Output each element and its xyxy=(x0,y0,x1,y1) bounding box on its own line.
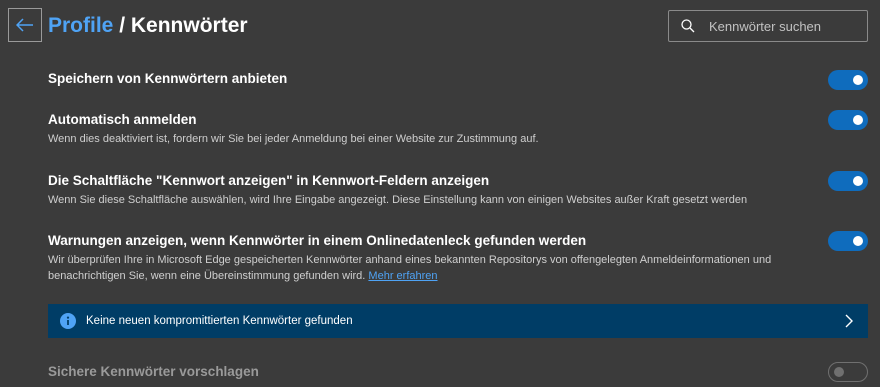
setting-suggest-strong-passwords: Sichere Kennwörter vorschlagen xyxy=(48,362,868,382)
setting-title: Automatisch anmelden xyxy=(48,112,197,127)
setting-description: Wenn dies deaktiviert ist, fordern wir S… xyxy=(48,133,539,145)
setting-leak-warnings: Warnungen anzeigen, wenn Kennwörter in e… xyxy=(48,231,868,284)
setting-title: Speichern von Kennwörtern anbieten xyxy=(48,71,288,86)
back-button[interactable] xyxy=(8,8,42,42)
setting-description: Wenn Sie diese Schaltfläche auswählen, w… xyxy=(48,194,748,206)
toggle-offer-save-passwords[interactable] xyxy=(828,70,868,90)
back-arrow-icon xyxy=(16,18,33,32)
search-input[interactable] xyxy=(707,17,861,35)
breadcrumb-profile[interactable]: Profile xyxy=(48,14,113,37)
setting-title: Warnungen anzeigen, wenn Kennwörter in e… xyxy=(48,233,587,248)
setting-title: Die Schaltfläche "Kennwort anzeigen" in … xyxy=(48,173,490,188)
chevron-right-icon xyxy=(845,314,853,328)
setting-title: Sichere Kennwörter vorschlagen xyxy=(48,364,259,379)
search-icon xyxy=(681,19,695,33)
banner-text: Keine neuen kompromittierten Kennwörter … xyxy=(86,315,353,327)
compromised-passwords-banner[interactable]: Keine neuen kompromittierten Kennwörter … xyxy=(48,304,868,338)
breadcrumb-separator: / xyxy=(113,14,131,37)
setting-description: Wir überprüfen Ihre in Microsoft Edge ge… xyxy=(48,252,828,284)
page-title-text: Kennwörter xyxy=(130,14,248,37)
page-title: Profile / Kennwörter xyxy=(48,14,248,38)
setting-auto-signin: Automatisch anmelden Wenn dies deaktivie… xyxy=(48,110,868,147)
toggle-auto-signin[interactable] xyxy=(828,110,868,130)
setting-offer-save-passwords: Speichern von Kennwörtern anbieten xyxy=(48,70,868,90)
toggle-show-password-button[interactable] xyxy=(828,171,868,191)
learn-more-link[interactable]: Mehr erfahren xyxy=(368,270,437,282)
search-box[interactable] xyxy=(668,10,868,42)
toggle-leak-warnings[interactable] xyxy=(828,231,868,251)
info-icon xyxy=(60,313,76,329)
toggle-suggest-strong-passwords[interactable] xyxy=(828,362,868,382)
setting-show-password-button: Die Schaltfläche "Kennwort anzeigen" in … xyxy=(48,171,868,208)
